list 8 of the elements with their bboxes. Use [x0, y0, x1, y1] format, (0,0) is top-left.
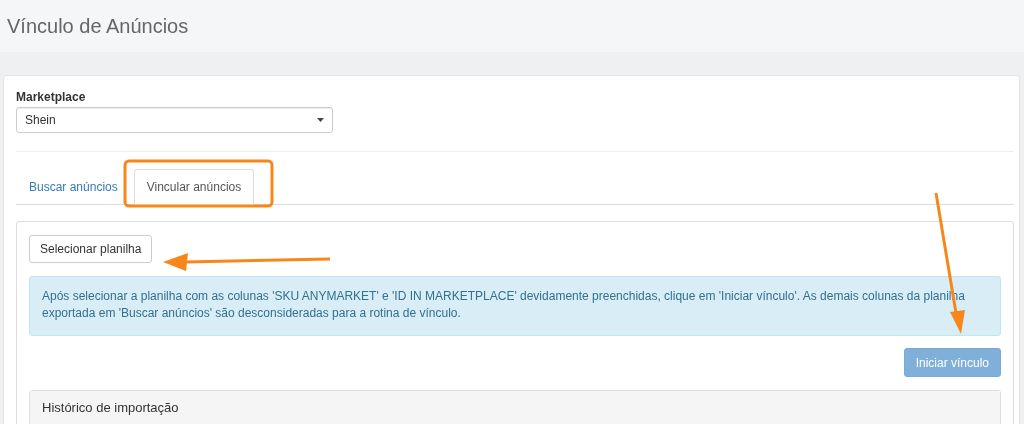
panel-title: Histórico de importação: [30, 391, 1000, 424]
select-spreadsheet-button[interactable]: Selecionar planilha: [29, 235, 153, 263]
field-label: Marketplace: [16, 90, 87, 104]
marketplace-dropdown[interactable]: Shein: [16, 107, 333, 133]
caret-icon: [317, 118, 324, 122]
page-title: Vínculo de Anúncios: [7, 14, 189, 38]
tab[interactable]: Buscar anúncios: [16, 169, 131, 204]
tab[interactable]: Vincular anúncios: [133, 169, 255, 205]
